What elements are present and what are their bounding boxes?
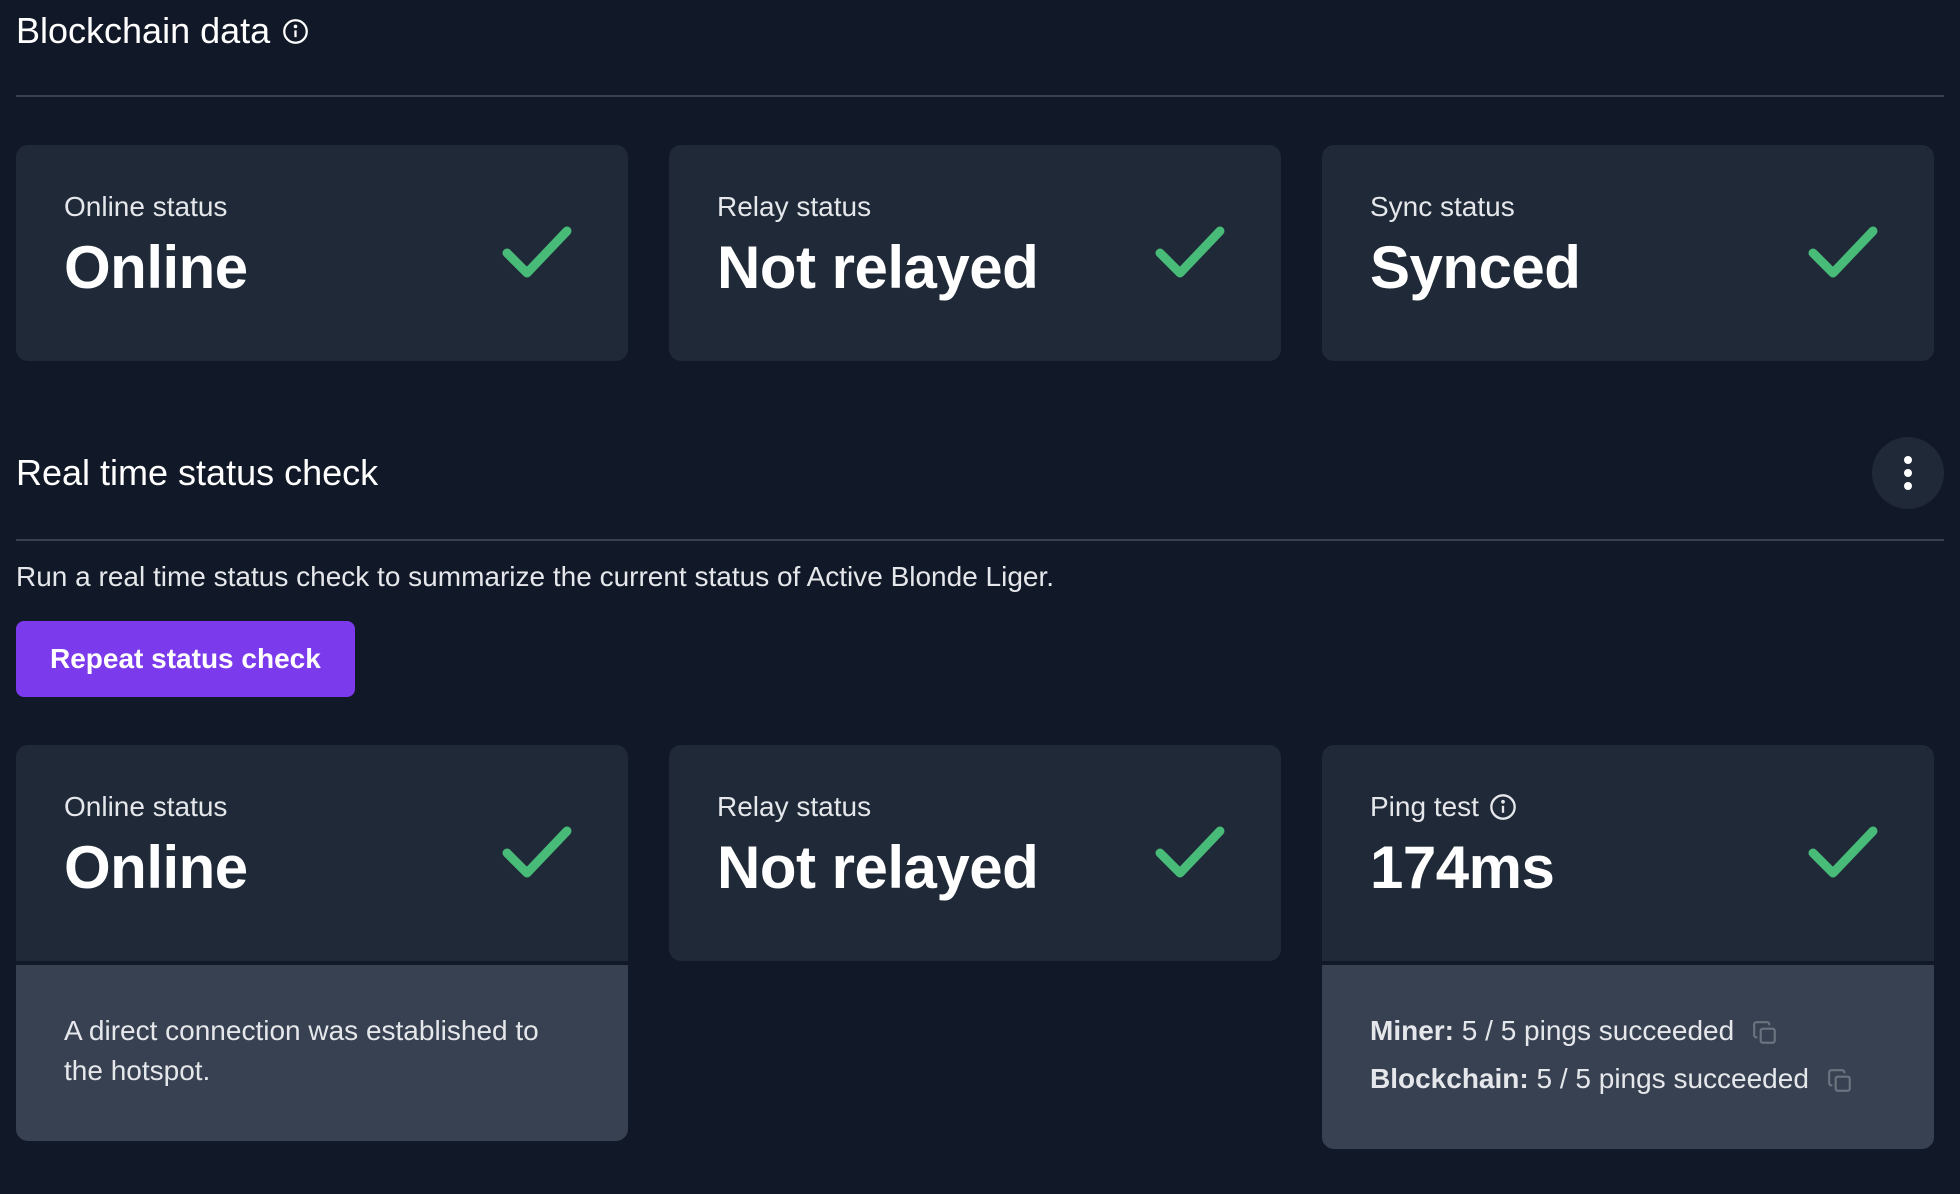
blockchain-divider	[16, 95, 1944, 97]
card-body: Online status Online	[16, 745, 628, 961]
checkmark-icon	[502, 226, 572, 278]
blockchain-title: Blockchain data	[16, 10, 271, 51]
page: Blockchain data Online status Online Rel…	[0, 0, 1960, 1194]
miner-key: Miner:	[1370, 1015, 1454, 1046]
online-detail-text: A direct connection was established to t…	[64, 1015, 539, 1086]
blockchain-ping-row: Blockchain: 5 / 5 pings succeeded	[1370, 1059, 1886, 1099]
blockchain-online-card: Online status Online	[16, 145, 628, 361]
realtime-cards: Online status Online A direct connection…	[16, 745, 1944, 1149]
miner-ping-row: Miner: 5 / 5 pings succeeded	[1370, 1011, 1886, 1051]
more-options-button[interactable]	[1872, 437, 1944, 509]
blockchain-title-row: Blockchain data	[16, 10, 309, 52]
card-body: Relay status Not relayed	[669, 145, 1281, 361]
realtime-description: Run a real time status check to summariz…	[16, 561, 1055, 592]
checkmark-icon	[1808, 826, 1878, 878]
card-detail: Miner: 5 / 5 pings succeeded Blockchain:…	[1322, 965, 1934, 1149]
card-body: Sync status Synced	[1322, 145, 1934, 361]
realtime-relay-card: Relay status Not relayed	[669, 745, 1281, 961]
checkmark-icon	[1808, 226, 1878, 278]
card-label: Relay status	[717, 791, 872, 822]
checkmark-icon	[1155, 826, 1225, 878]
blockchain-relay-card: Relay status Not relayed	[669, 145, 1281, 361]
repeat-status-check-button[interactable]: Repeat status check	[16, 621, 355, 697]
realtime-divider	[16, 539, 1944, 541]
checkmark-icon	[502, 826, 572, 878]
vertical-dots-icon	[1904, 456, 1912, 490]
copy-icon[interactable]	[1752, 1020, 1778, 1046]
blockchain-value: 5 / 5 pings succeeded	[1536, 1063, 1809, 1094]
info-icon[interactable]	[1489, 793, 1517, 821]
realtime-header: Real time status check	[16, 437, 1944, 509]
card-body: Relay status Not relayed	[669, 745, 1281, 961]
checkmark-icon	[1155, 226, 1225, 278]
card-label: Relay status	[717, 191, 872, 222]
card-label: Online status	[64, 791, 228, 822]
card-label: Sync status	[1370, 191, 1515, 222]
card-body: Online status Online	[16, 145, 628, 361]
card-body: Ping test 174ms	[1322, 745, 1934, 961]
realtime-title: Real time status check	[16, 452, 379, 493]
blockchain-cards: Online status Online Relay status Not re…	[16, 145, 1944, 361]
blockchain-sync-card: Sync status Synced	[1322, 145, 1934, 361]
info-icon[interactable]	[282, 18, 309, 45]
card-label-row: Ping test	[1370, 791, 1886, 823]
miner-value: 5 / 5 pings succeeded	[1461, 1015, 1735, 1046]
realtime-ping-card: Ping test 174ms Miner: 5 / 5 pings succe…	[1322, 745, 1934, 1149]
blockchain-header: Blockchain data	[16, 0, 1944, 62]
card-label: Online status	[64, 191, 228, 222]
blockchain-key: Blockchain:	[1370, 1063, 1529, 1094]
card-label: Ping test	[1370, 791, 1479, 822]
card-detail: A direct connection was established to t…	[16, 965, 628, 1141]
copy-icon[interactable]	[1827, 1068, 1853, 1094]
realtime-online-card: Online status Online A direct connection…	[16, 745, 628, 1141]
